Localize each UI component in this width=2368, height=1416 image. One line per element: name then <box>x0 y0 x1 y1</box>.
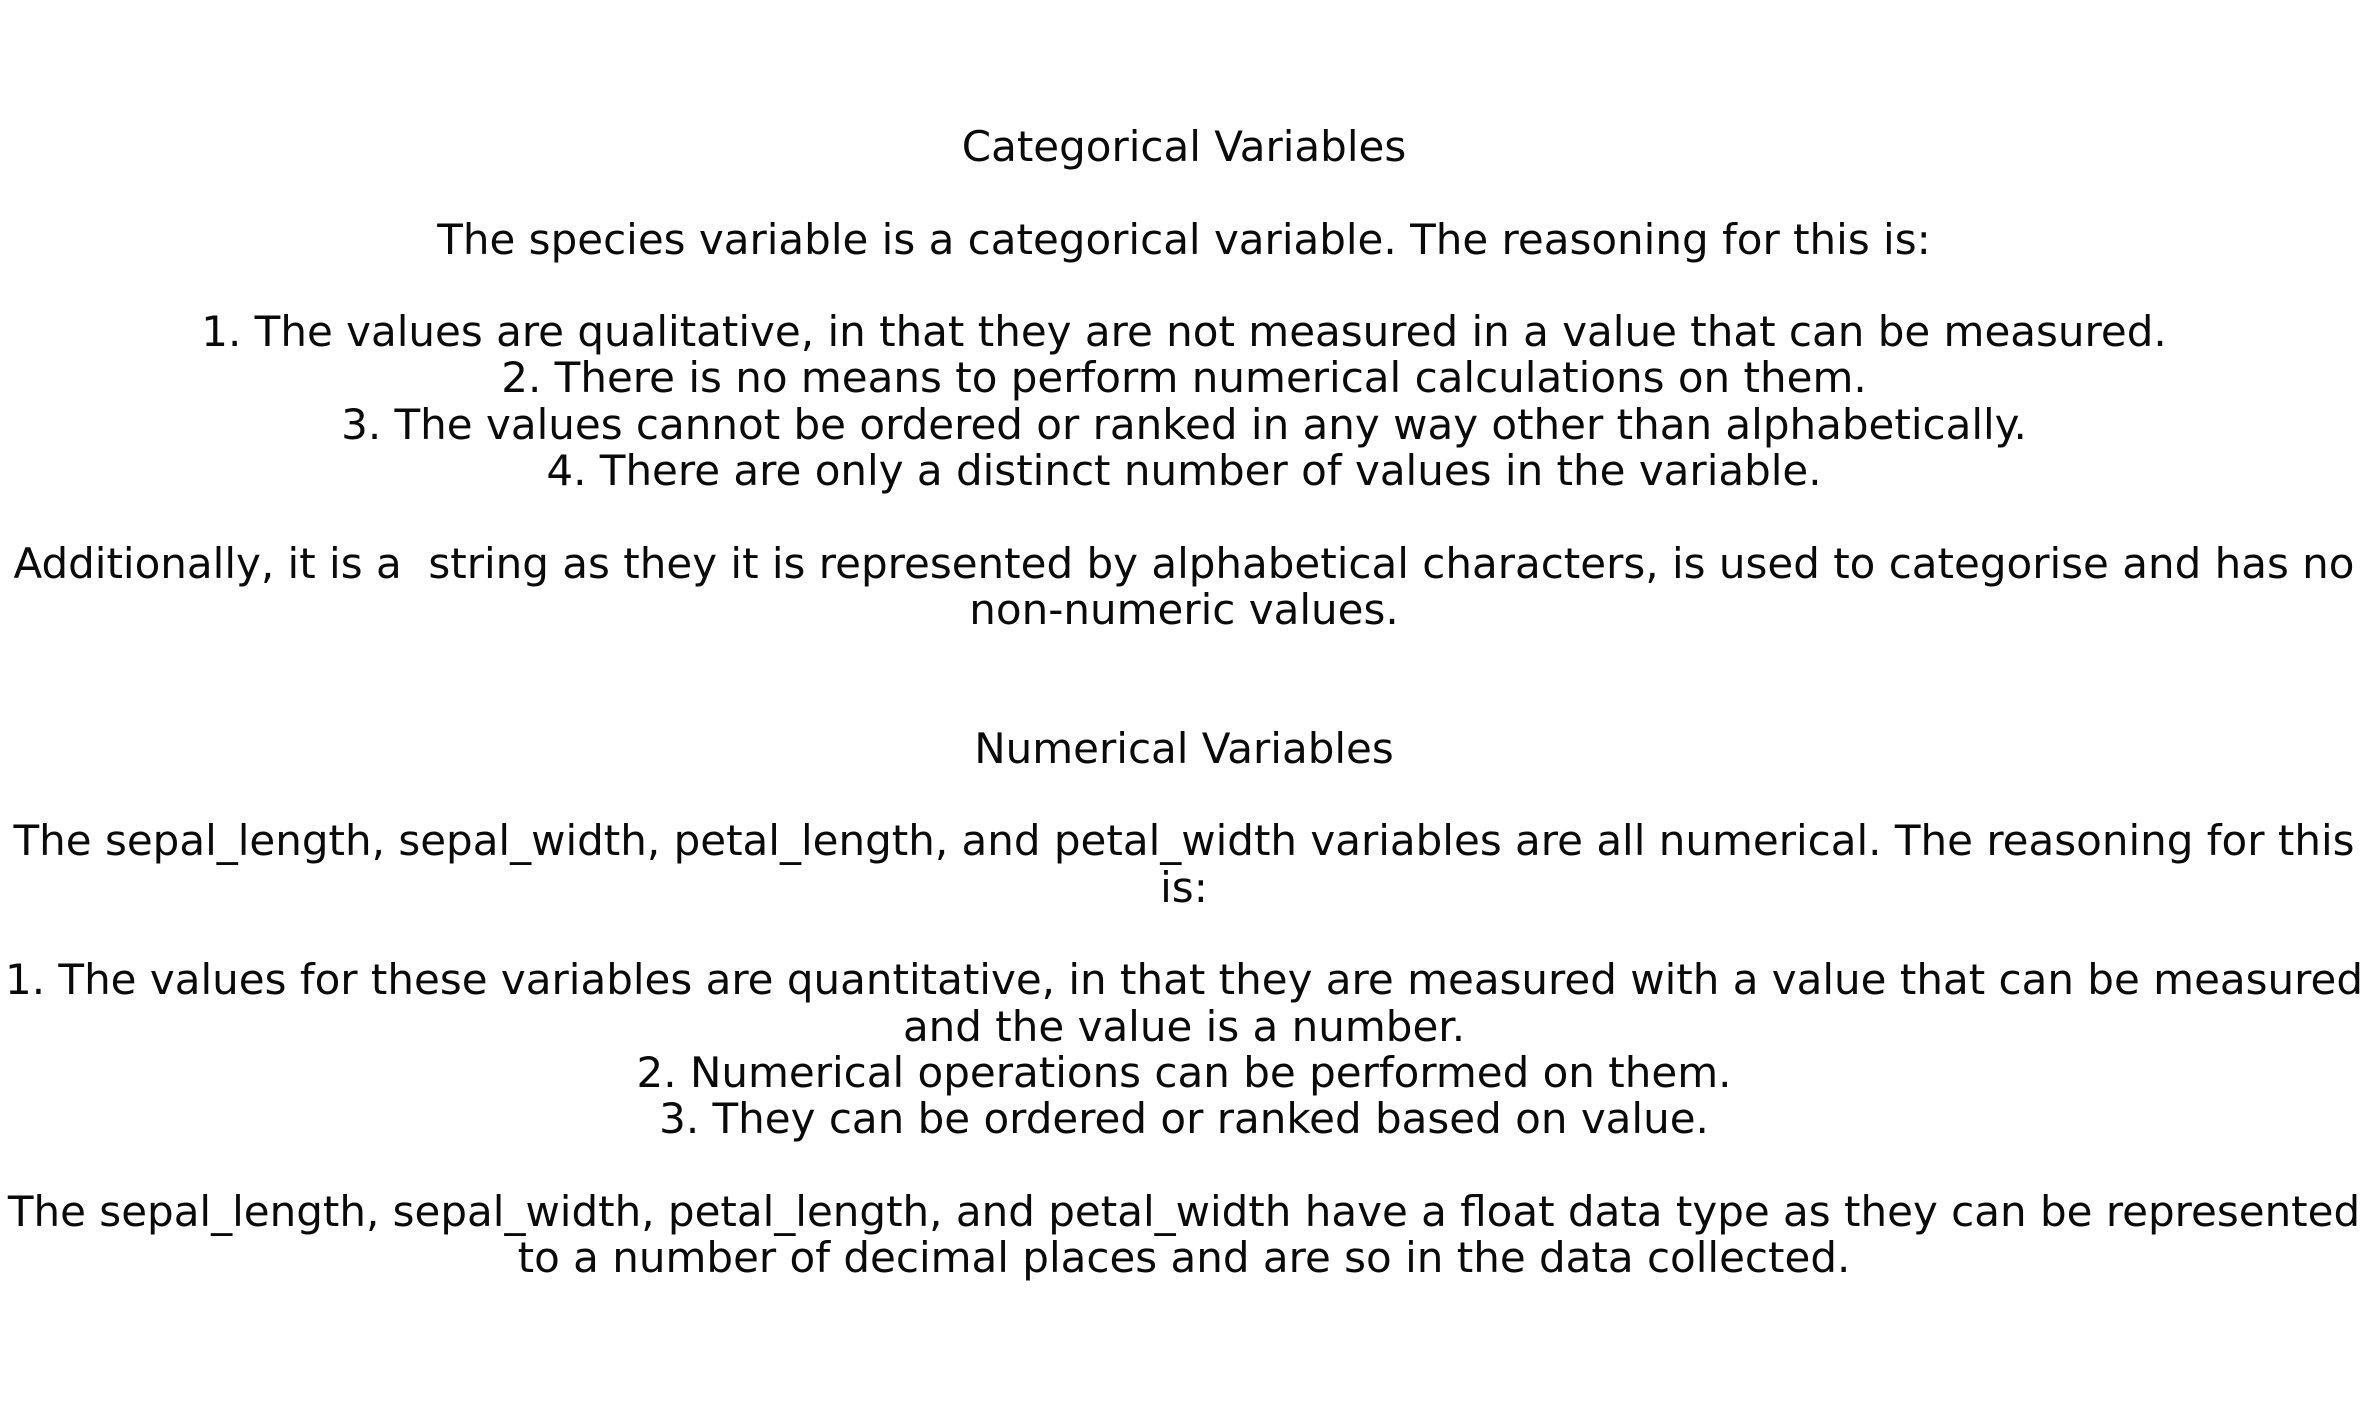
categorical-heading: Categorical Variables <box>961 122 1407 171</box>
numerical-heading: Numerical Variables <box>974 723 1394 773</box>
numerical-intro-line-1: The sepal_length, sepal_width, petal_len… <box>13 816 2355 866</box>
categorical-additional-line-2: non-numeric values. <box>969 584 1399 634</box>
numerical-intro-line-2: is: <box>1160 862 1208 912</box>
numerical-point-3: 3. They can be ordered or ranked based o… <box>659 1094 1709 1144</box>
numerical-conclusion-line-1: The sepal_length, sepal_width, petal_len… <box>7 1186 2361 1236</box>
categorical-point-2: 2. There is no means to perform numerica… <box>501 353 1867 403</box>
categorical-intro: The species variable is a categorical va… <box>437 214 1931 264</box>
numerical-point-1-line-1: 1. The values for these variables are qu… <box>4 955 2363 1005</box>
categorical-additional-line-1: Additionally, it is a string as they it … <box>13 538 2355 588</box>
numerical-point-1-line-2: and the value is a number. <box>902 1001 1466 1051</box>
categorical-point-1: 1. The values are qualitative, in that t… <box>201 307 2167 357</box>
categorical-point-3: 3. The values cannot be ordered or ranke… <box>341 399 2027 449</box>
numerical-point-2: 2. Numerical operations can be performed… <box>636 1047 1732 1097</box>
document-body: Categorical Variables The species variab… <box>0 122 2368 1283</box>
categorical-point-4: 4. There are only a distinct number of v… <box>546 446 1822 496</box>
numerical-conclusion-line-2: to a number of decimal places and are so… <box>517 1233 1851 1283</box>
